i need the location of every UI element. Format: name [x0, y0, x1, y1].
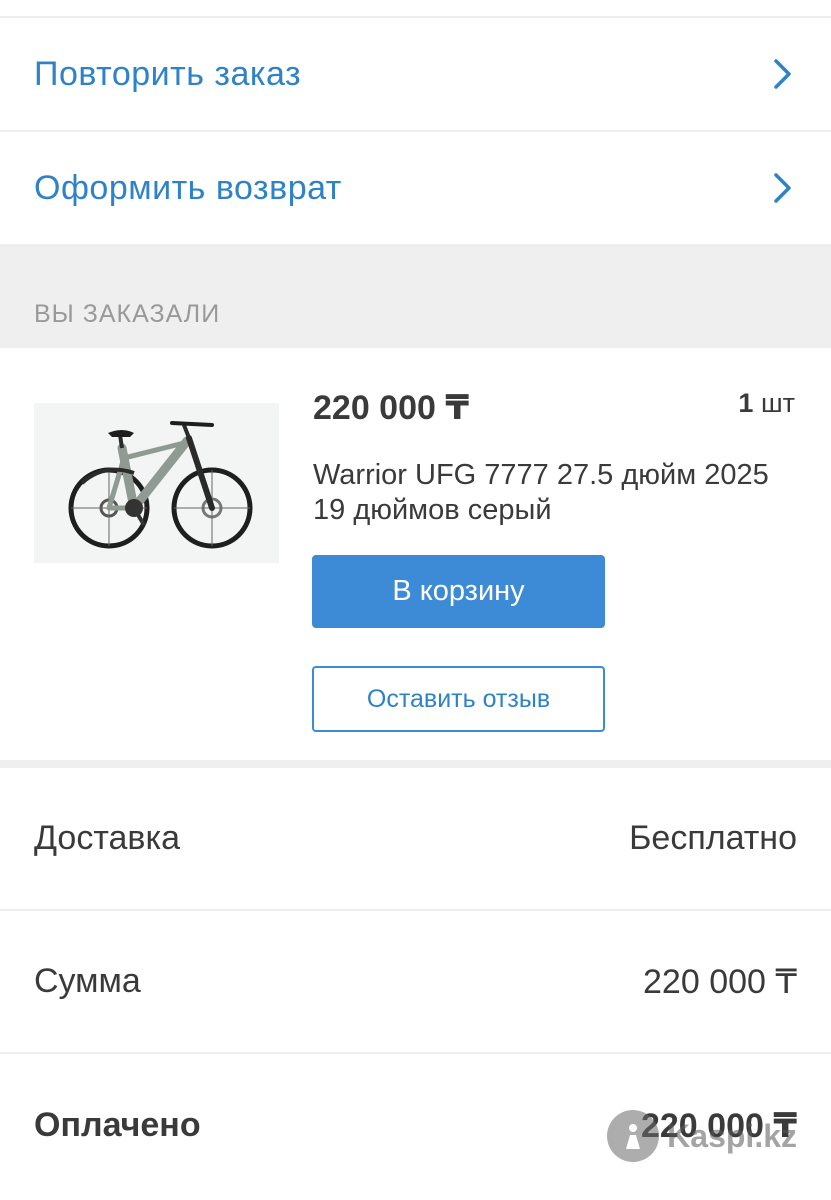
- product-quantity: 1 шт: [738, 388, 795, 419]
- top-divider: [0, 0, 831, 18]
- watermark-text: Kaspi.kz: [667, 1117, 797, 1154]
- total-label: Сумма: [34, 962, 141, 1000]
- ordered-section-title: ВЫ ЗАКАЗАЛИ: [34, 300, 221, 328]
- total-value: 220 000 ₸: [643, 962, 797, 1001]
- chevron-right-icon: [773, 171, 793, 205]
- section-divider: [0, 760, 831, 768]
- ordered-product-card: 220 000 ₸ 1 шт Warrior UFG 7777 27.5 дюй…: [0, 348, 831, 760]
- total-row: Сумма 220 000 ₸: [0, 911, 831, 1054]
- product-image[interactable]: [34, 403, 279, 563]
- paid-label: Оплачено: [34, 1106, 201, 1144]
- ordered-section-header: ВЫ ЗАКАЗАЛИ: [0, 246, 831, 348]
- chevron-right-icon: [773, 57, 793, 91]
- add-to-cart-button[interactable]: В корзину: [312, 555, 605, 628]
- leave-review-button[interactable]: Оставить отзыв: [312, 666, 605, 732]
- kaspi-watermark: Kaspi.kz: [607, 1110, 797, 1162]
- repeat-order-label: Повторить заказ: [34, 54, 302, 93]
- kaspi-logo-icon: [607, 1110, 660, 1162]
- quantity-unit: шт: [760, 388, 795, 418]
- delivery-row: Доставка Бесплатно: [0, 768, 831, 911]
- bicycle-icon: [34, 403, 279, 563]
- order-details-screen: Повторить заказ Оформить возврат ВЫ ЗАКА…: [0, 0, 831, 1200]
- return-order-label: Оформить возврат: [34, 168, 342, 207]
- product-price: 220 000 ₸: [313, 389, 470, 427]
- product-name[interactable]: Warrior UFG 7777 27.5 дюйм 2025 19 дюймо…: [313, 458, 773, 528]
- quantity-value: 1: [738, 388, 754, 418]
- repeat-order-row[interactable]: Повторить заказ: [0, 18, 831, 132]
- delivery-label: Доставка: [34, 819, 181, 857]
- delivery-value: Бесплатно: [629, 819, 797, 857]
- return-order-row[interactable]: Оформить возврат: [0, 132, 831, 246]
